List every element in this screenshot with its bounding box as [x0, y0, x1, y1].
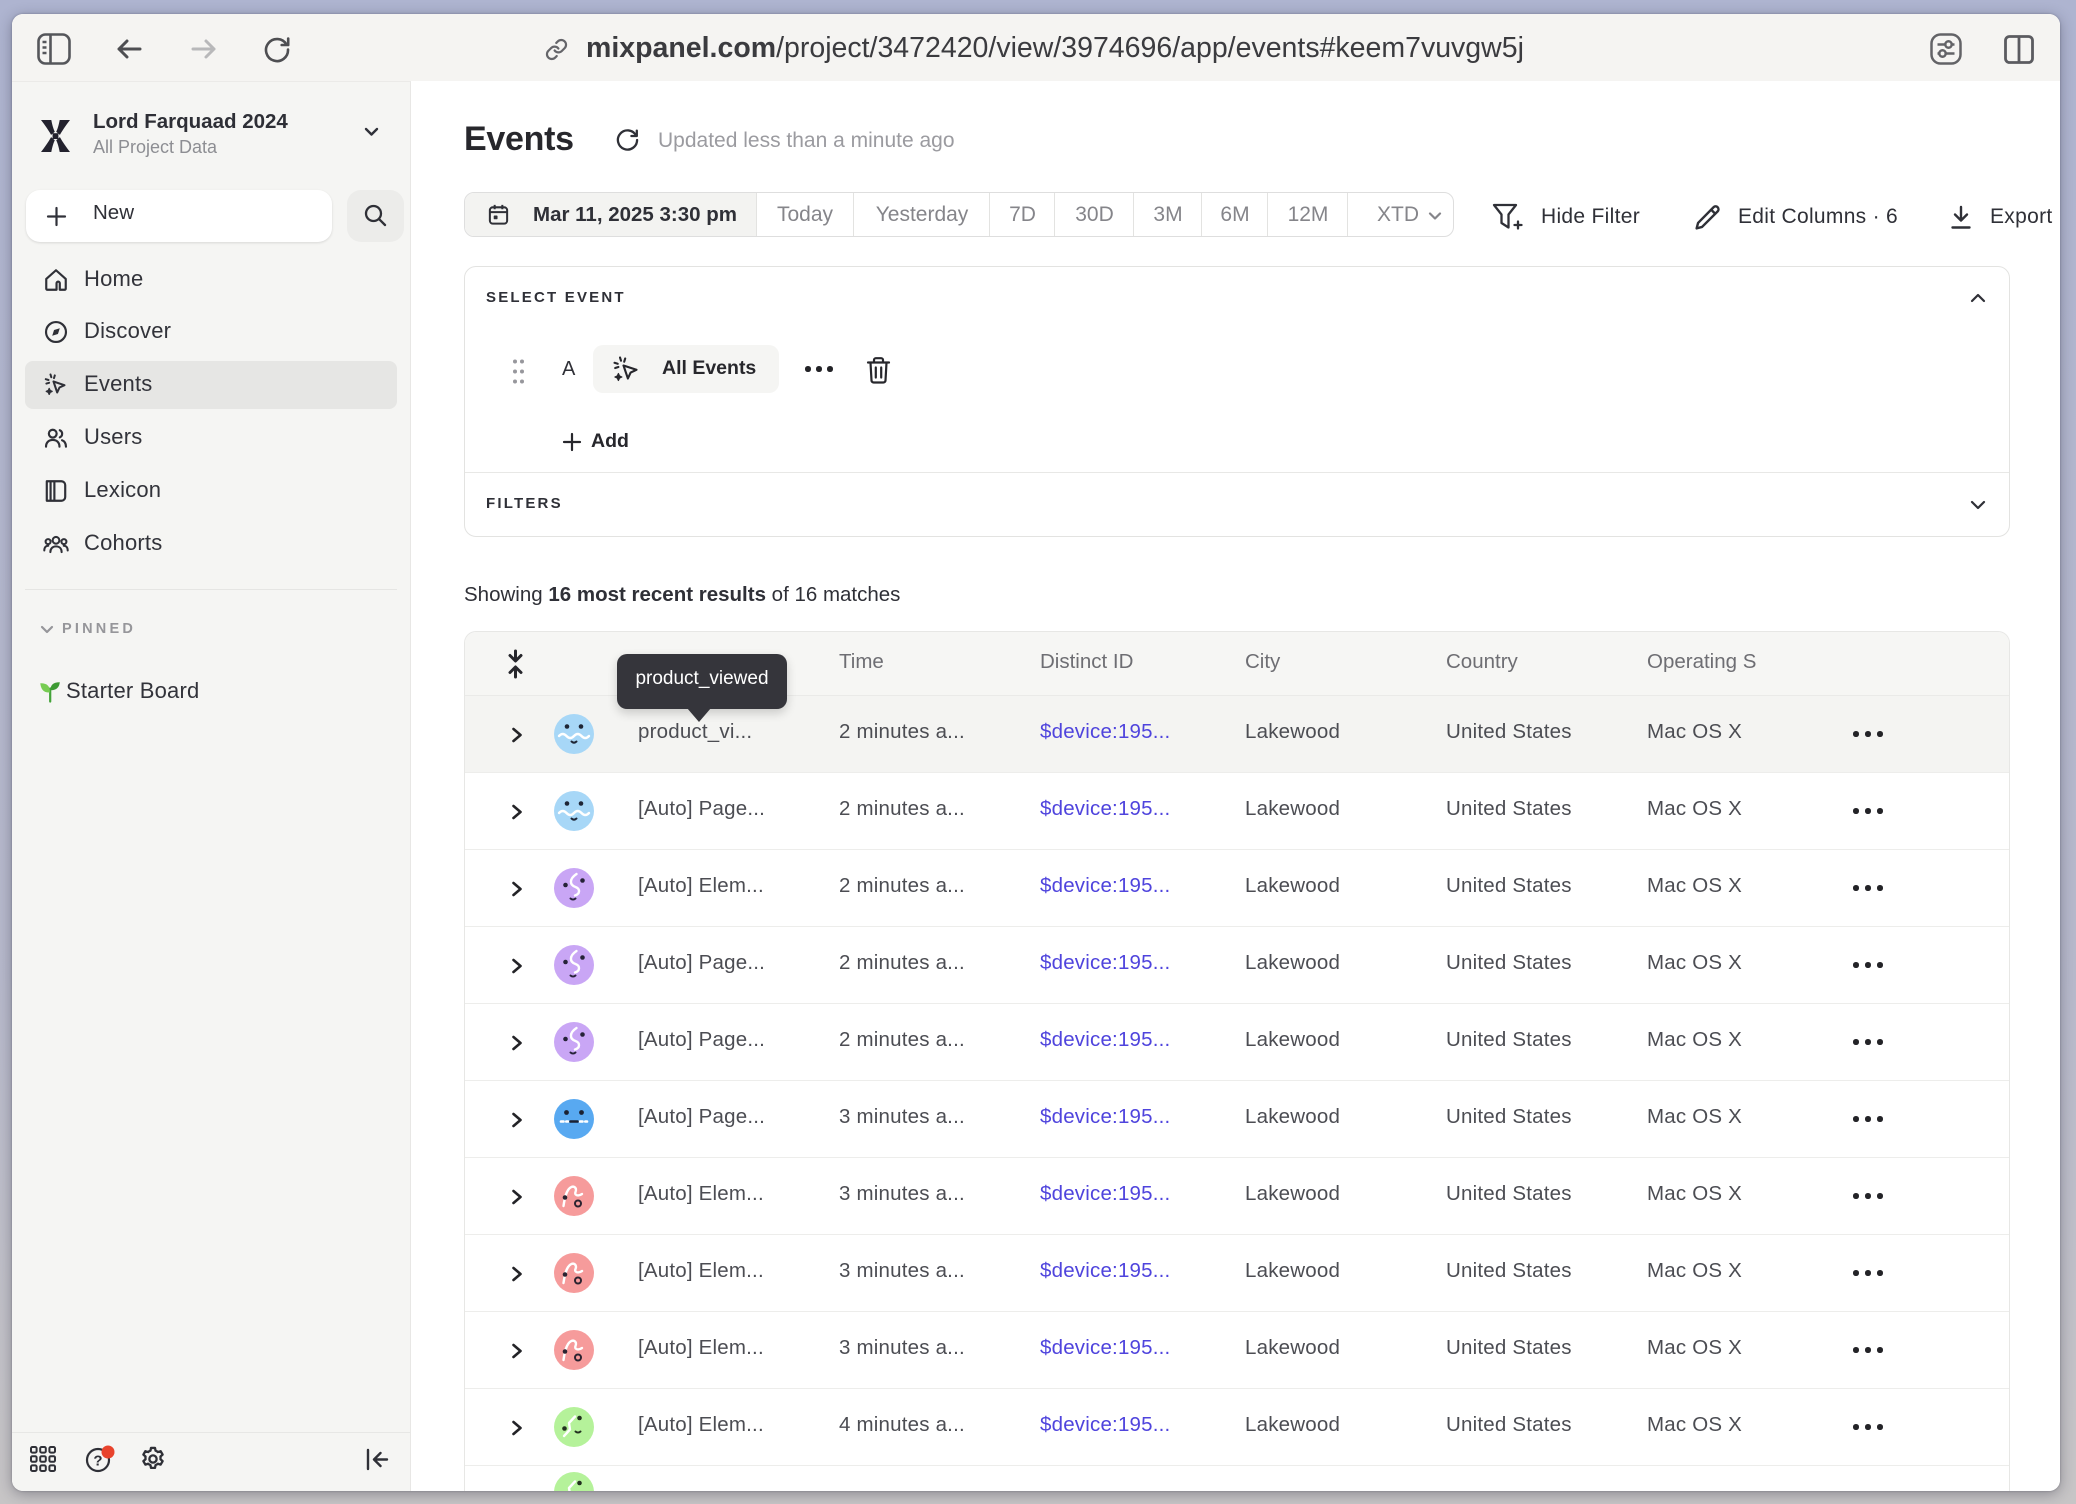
svg-text:?: ? — [93, 1453, 102, 1470]
